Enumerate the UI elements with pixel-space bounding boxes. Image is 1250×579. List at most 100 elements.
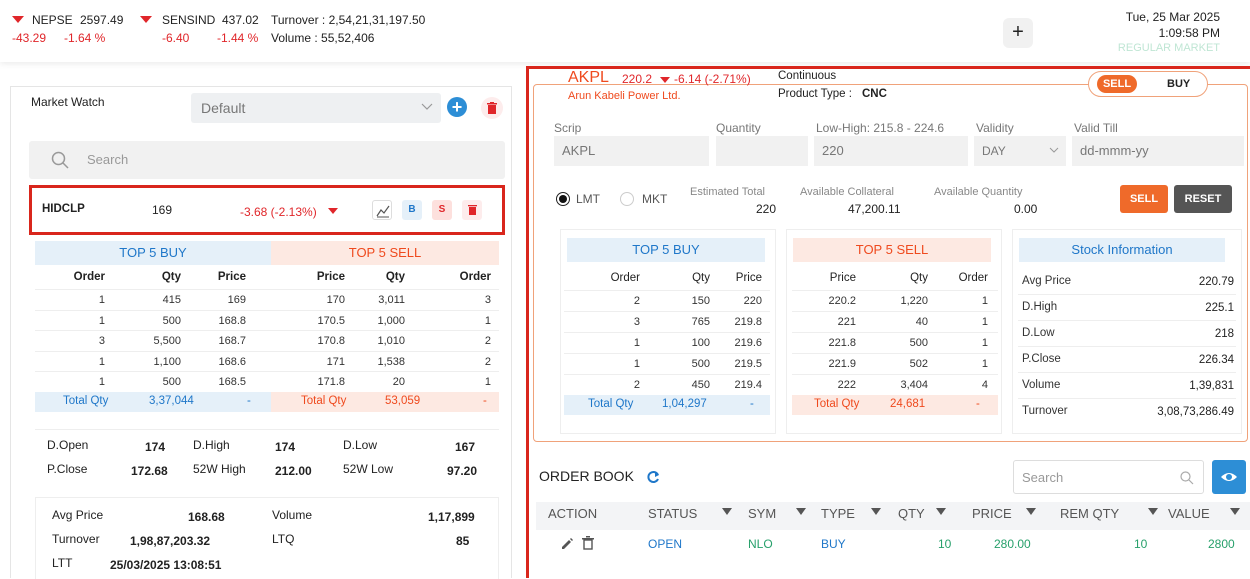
left-top5-buy-table: TOP 5 BUY (35, 241, 271, 265)
high52-value: 212.00 (275, 464, 312, 478)
buy-sell-toggle[interactable]: SELL BUY (1088, 71, 1208, 97)
left-total-buy-dash: - (247, 395, 251, 407)
est-total-label: Estimated Total (690, 186, 766, 198)
stock-info-value: 220.79 (1198, 276, 1234, 288)
left-sell-cell: 3 (484, 294, 491, 306)
validity-value: DAY (982, 144, 1006, 158)
toggle-buy[interactable]: BUY (1167, 78, 1190, 90)
pclose-label: P.Close (47, 462, 88, 476)
scrip-label: Scrip (554, 121, 582, 135)
left-buy-cell: 415 (162, 294, 181, 306)
filter-icon[interactable] (722, 508, 732, 515)
left-sell-cell: 2 (484, 335, 491, 348)
ltt-label: LTT (52, 556, 73, 570)
left-info-box: Avg Price 168.68 Volume 1,17,899 Turnove… (35, 497, 499, 579)
left-sell-cell: 170.8 (317, 335, 345, 348)
toggle-sell[interactable]: SELL (1097, 75, 1137, 93)
buy-button[interactable]: B (402, 200, 422, 220)
left-top5-sell-table: TOP 5 SELL (271, 241, 499, 265)
order-rem-qty: 10 (1134, 537, 1148, 551)
order-book-col-header: VALUE (1168, 506, 1210, 521)
stock-info-divider (1018, 320, 1236, 321)
left-top5-buy-title: TOP 5 BUY (35, 241, 271, 265)
order-sell-cell: 1 (981, 295, 988, 307)
add-button[interactable]: + (1003, 18, 1033, 48)
edit-icon[interactable] (560, 537, 574, 551)
order-sell-col-header: Price (829, 272, 856, 284)
toggle-visibility-button[interactable] (1212, 460, 1246, 494)
left-sell-cell: 1,010 (377, 335, 405, 348)
order-sell-cell: 221.9 (828, 358, 856, 370)
order-sell-cell: 4 (981, 379, 988, 391)
market-search-field[interactable]: Search (29, 141, 505, 179)
add-watchlist-icon[interactable]: + (447, 97, 467, 117)
scrip-input[interactable]: AKPL (554, 136, 709, 166)
product-type-label: Product Type : (778, 88, 852, 100)
order-buy-cell: 219.8 (734, 316, 762, 328)
delete-order-icon[interactable] (582, 536, 594, 550)
order-book-col-header: PRICE (972, 506, 1012, 521)
order-sell-cell: 1 (981, 337, 988, 349)
refresh-icon[interactable] (646, 470, 660, 484)
delete-row-icon[interactable] (462, 200, 482, 220)
avg-price-value: 168.68 (188, 510, 225, 524)
est-total-value: 220 (756, 202, 777, 216)
chart-icon[interactable] (372, 200, 392, 220)
down-arrow-icon (12, 16, 24, 23)
filter-icon[interactable] (1026, 508, 1036, 515)
order-ltp: 220.2 (622, 72, 653, 86)
market-search-placeholder: Search (87, 152, 129, 167)
quantity-input[interactable] (716, 136, 808, 166)
order-buy-cell: 1 (633, 337, 640, 349)
delete-watchlist-icon[interactable] (481, 97, 503, 119)
dlow-value: 167 (455, 440, 476, 454)
left-sell-cell: 20 (392, 376, 405, 389)
price-input[interactable]: 220 (814, 136, 968, 166)
sell-button[interactable]: S (432, 200, 452, 220)
left-buy-cell: 1,100 (153, 355, 181, 368)
validity-select[interactable]: DAY (974, 136, 1066, 166)
nepse-change: -43.29 (12, 31, 47, 45)
filter-icon[interactable] (796, 508, 806, 515)
reset-button[interactable]: RESET (1174, 185, 1232, 213)
order-sell-cell: 500 (909, 337, 928, 349)
filter-icon[interactable] (1148, 508, 1158, 515)
left-sell-cell: 171 (326, 355, 345, 368)
chevron-down-icon (1049, 147, 1059, 153)
order-sell-cell: 1 (981, 316, 988, 328)
ltt-value: 25/03/2025 13:08:51 (110, 558, 222, 572)
left-sell-col-header: Price (316, 271, 345, 283)
order-price: 280.00 (994, 537, 1031, 551)
avg-price-label: Avg Price (52, 508, 104, 522)
order-book-search-placeholder: Search (1022, 470, 1064, 485)
lmt-radio[interactable] (556, 192, 570, 206)
filter-icon[interactable] (1230, 508, 1240, 515)
sell-order-button[interactable]: SELL (1120, 185, 1168, 213)
left-sell-cell: 170.5 (317, 314, 345, 327)
dopen-value: 174 (145, 440, 166, 454)
stock-info-label: D.Low (1022, 327, 1055, 339)
order-buy-cell: 2 (633, 295, 640, 307)
order-buy-col-header: Order (610, 272, 640, 284)
watchlist-row-hidclp[interactable]: HIDCLP 169 -3.68 (-2.13%) B S (29, 185, 505, 235)
order-book-col-header: QTY (898, 506, 925, 521)
volume-value: 1,17,899 (428, 510, 475, 524)
left-sell-cell: 3,011 (378, 294, 405, 306)
order-total-buy-dash: - (750, 398, 754, 410)
stock-info-value: 1,39,831 (1189, 380, 1234, 392)
filter-icon[interactable] (871, 508, 881, 515)
watchlist-select[interactable]: Default (191, 93, 441, 123)
order-book-search[interactable]: Search (1013, 460, 1204, 494)
mkt-radio[interactable] (620, 192, 634, 206)
avail-qty-label: Available Quantity (934, 186, 1023, 198)
left-total-sell-value: 53,059 (385, 395, 421, 407)
valid-till-input[interactable]: dd-mmm-yy (1072, 136, 1244, 166)
order-total-sell-value: 24,681 (890, 398, 926, 410)
left-buy-cell: 5,500 (153, 335, 181, 348)
low52-value: 97.20 (447, 464, 478, 478)
order-sell-cell: 222 (837, 379, 856, 391)
filter-icon[interactable] (936, 508, 946, 515)
left-sell-cell: 2 (484, 355, 491, 368)
order-book-col-header: REM QTY (1060, 506, 1120, 521)
dhigh-label: D.High (193, 438, 230, 452)
